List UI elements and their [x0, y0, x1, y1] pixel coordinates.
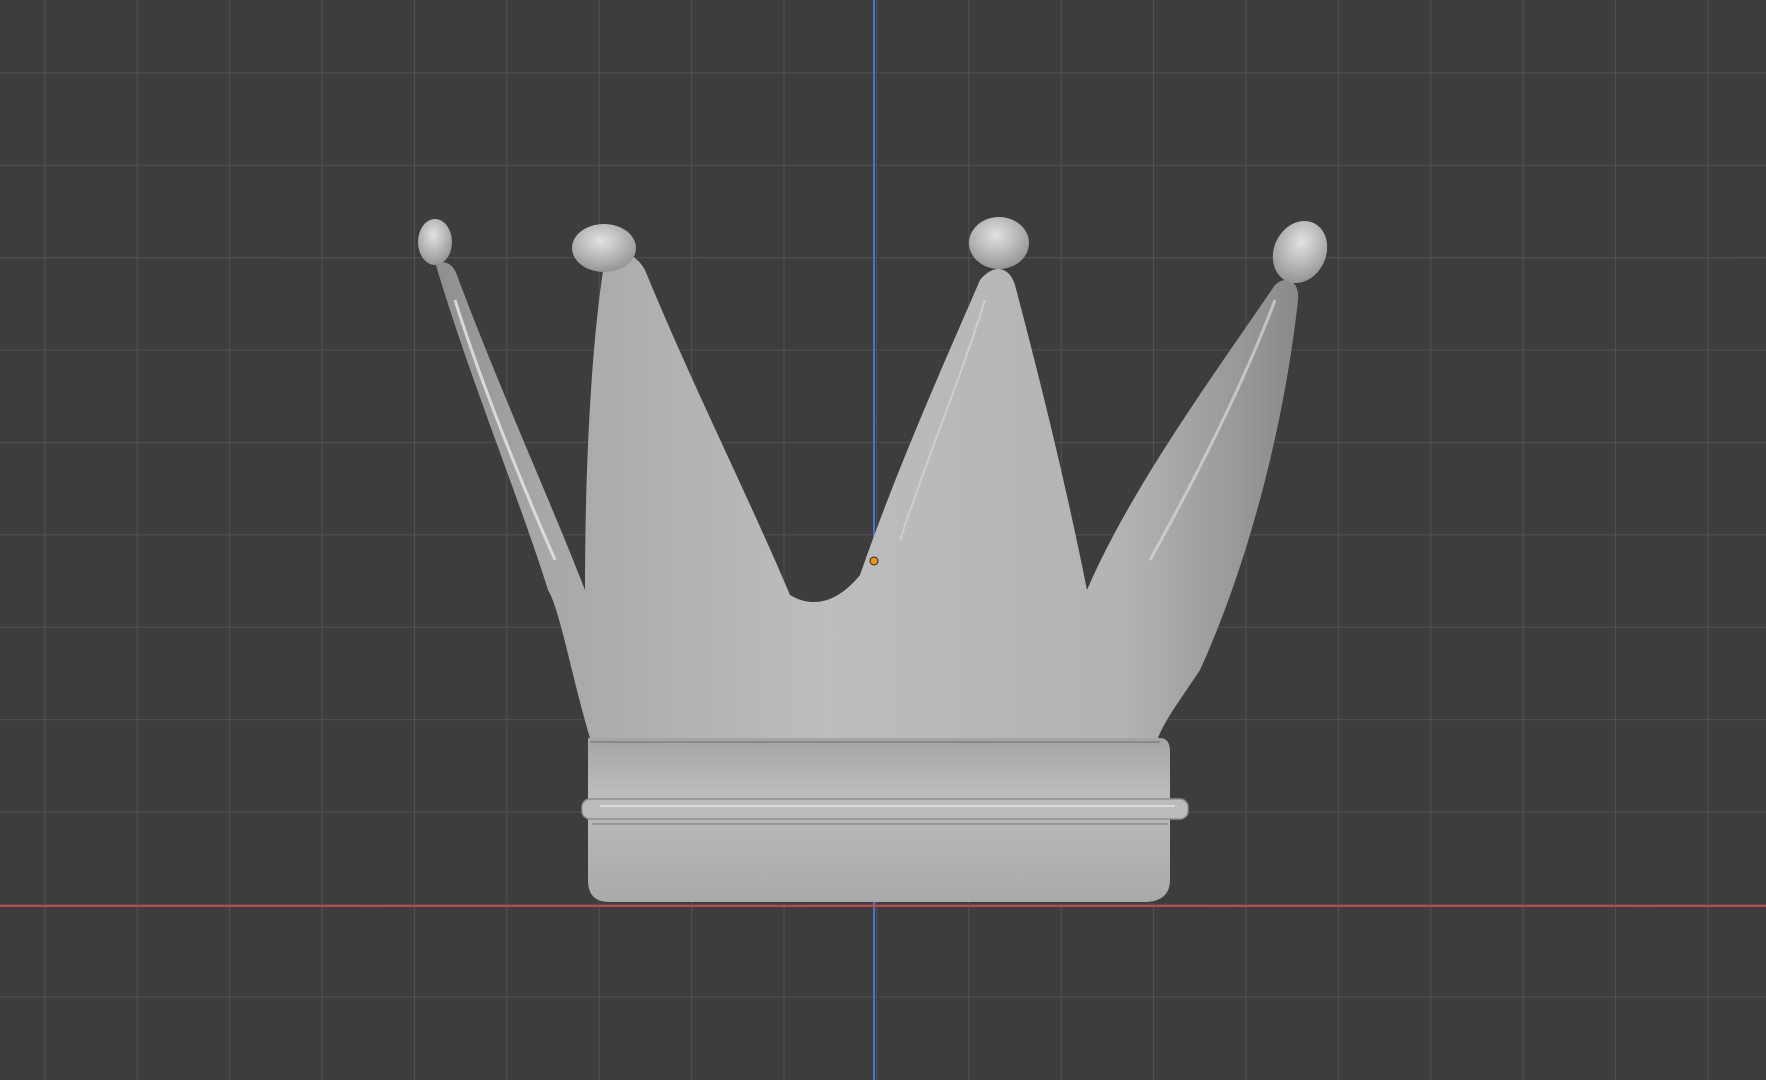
crown-object[interactable] [0, 0, 1766, 1080]
band-ridge [581, 798, 1189, 820]
crown-body[interactable] [435, 253, 1299, 739]
object-origin-dot[interactable] [869, 556, 879, 566]
spike-tip [969, 217, 1029, 269]
spike-tip [418, 219, 452, 265]
3d-viewport[interactable] [0, 0, 1766, 1080]
spike-tip [572, 224, 636, 272]
spike-tip [1272, 220, 1328, 284]
crown-band[interactable] [588, 738, 1170, 902]
